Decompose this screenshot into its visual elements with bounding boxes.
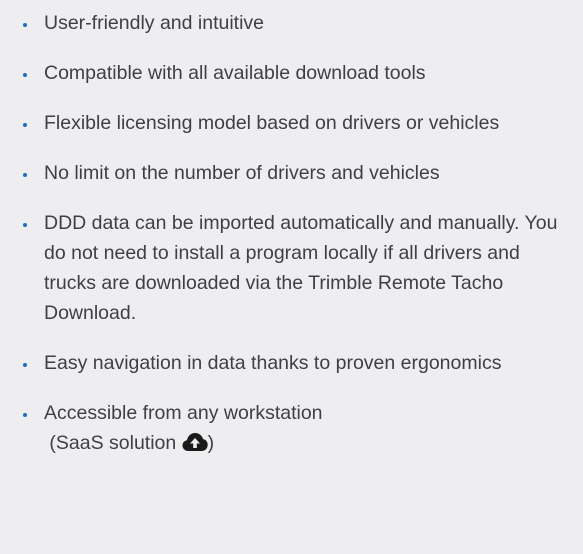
feature-text-line2: (SaaS solution ) (44, 432, 214, 454)
bullet-icon (23, 23, 27, 27)
feature-text: User-friendly and intuitive (44, 12, 265, 34)
feature-item-accessible: Accessible from any workstation (SaaS so… (0, 398, 583, 458)
feature-item-no-limit: No limit on the number of drivers and ve… (0, 158, 583, 188)
bullet-icon (23, 173, 27, 177)
feature-text: Easy navigation in data thanks to proven… (44, 352, 502, 374)
bullet-icon (23, 363, 27, 367)
saas-label: (SaaS solution (49, 432, 177, 454)
feature-text: No limit on the number of drivers and ve… (44, 162, 440, 184)
bullet-icon (23, 413, 27, 417)
bullet-icon (23, 223, 27, 227)
bullet-icon (23, 73, 27, 77)
feature-item-ddd-import: DDD data can be imported automatically a… (0, 208, 583, 328)
saas-close-paren: ) (207, 432, 215, 454)
feature-list: User-friendly and intuitive Compatible w… (0, 0, 583, 458)
feature-item-user-friendly: User-friendly and intuitive (0, 8, 583, 38)
bullet-icon (23, 123, 27, 127)
cloud-upload-icon (182, 431, 208, 451)
feature-item-navigation: Easy navigation in data thanks to proven… (0, 348, 583, 378)
feature-item-compatible: Compatible with all available download t… (0, 58, 583, 88)
feature-text-line1: Accessible from any workstation (44, 402, 323, 424)
feature-text: DDD data can be imported automatically a… (44, 212, 558, 324)
feature-item-licensing: Flexible licensing model based on driver… (0, 108, 583, 138)
feature-text: Flexible licensing model based on driver… (44, 112, 500, 134)
feature-text: Compatible with all available download t… (44, 62, 426, 84)
